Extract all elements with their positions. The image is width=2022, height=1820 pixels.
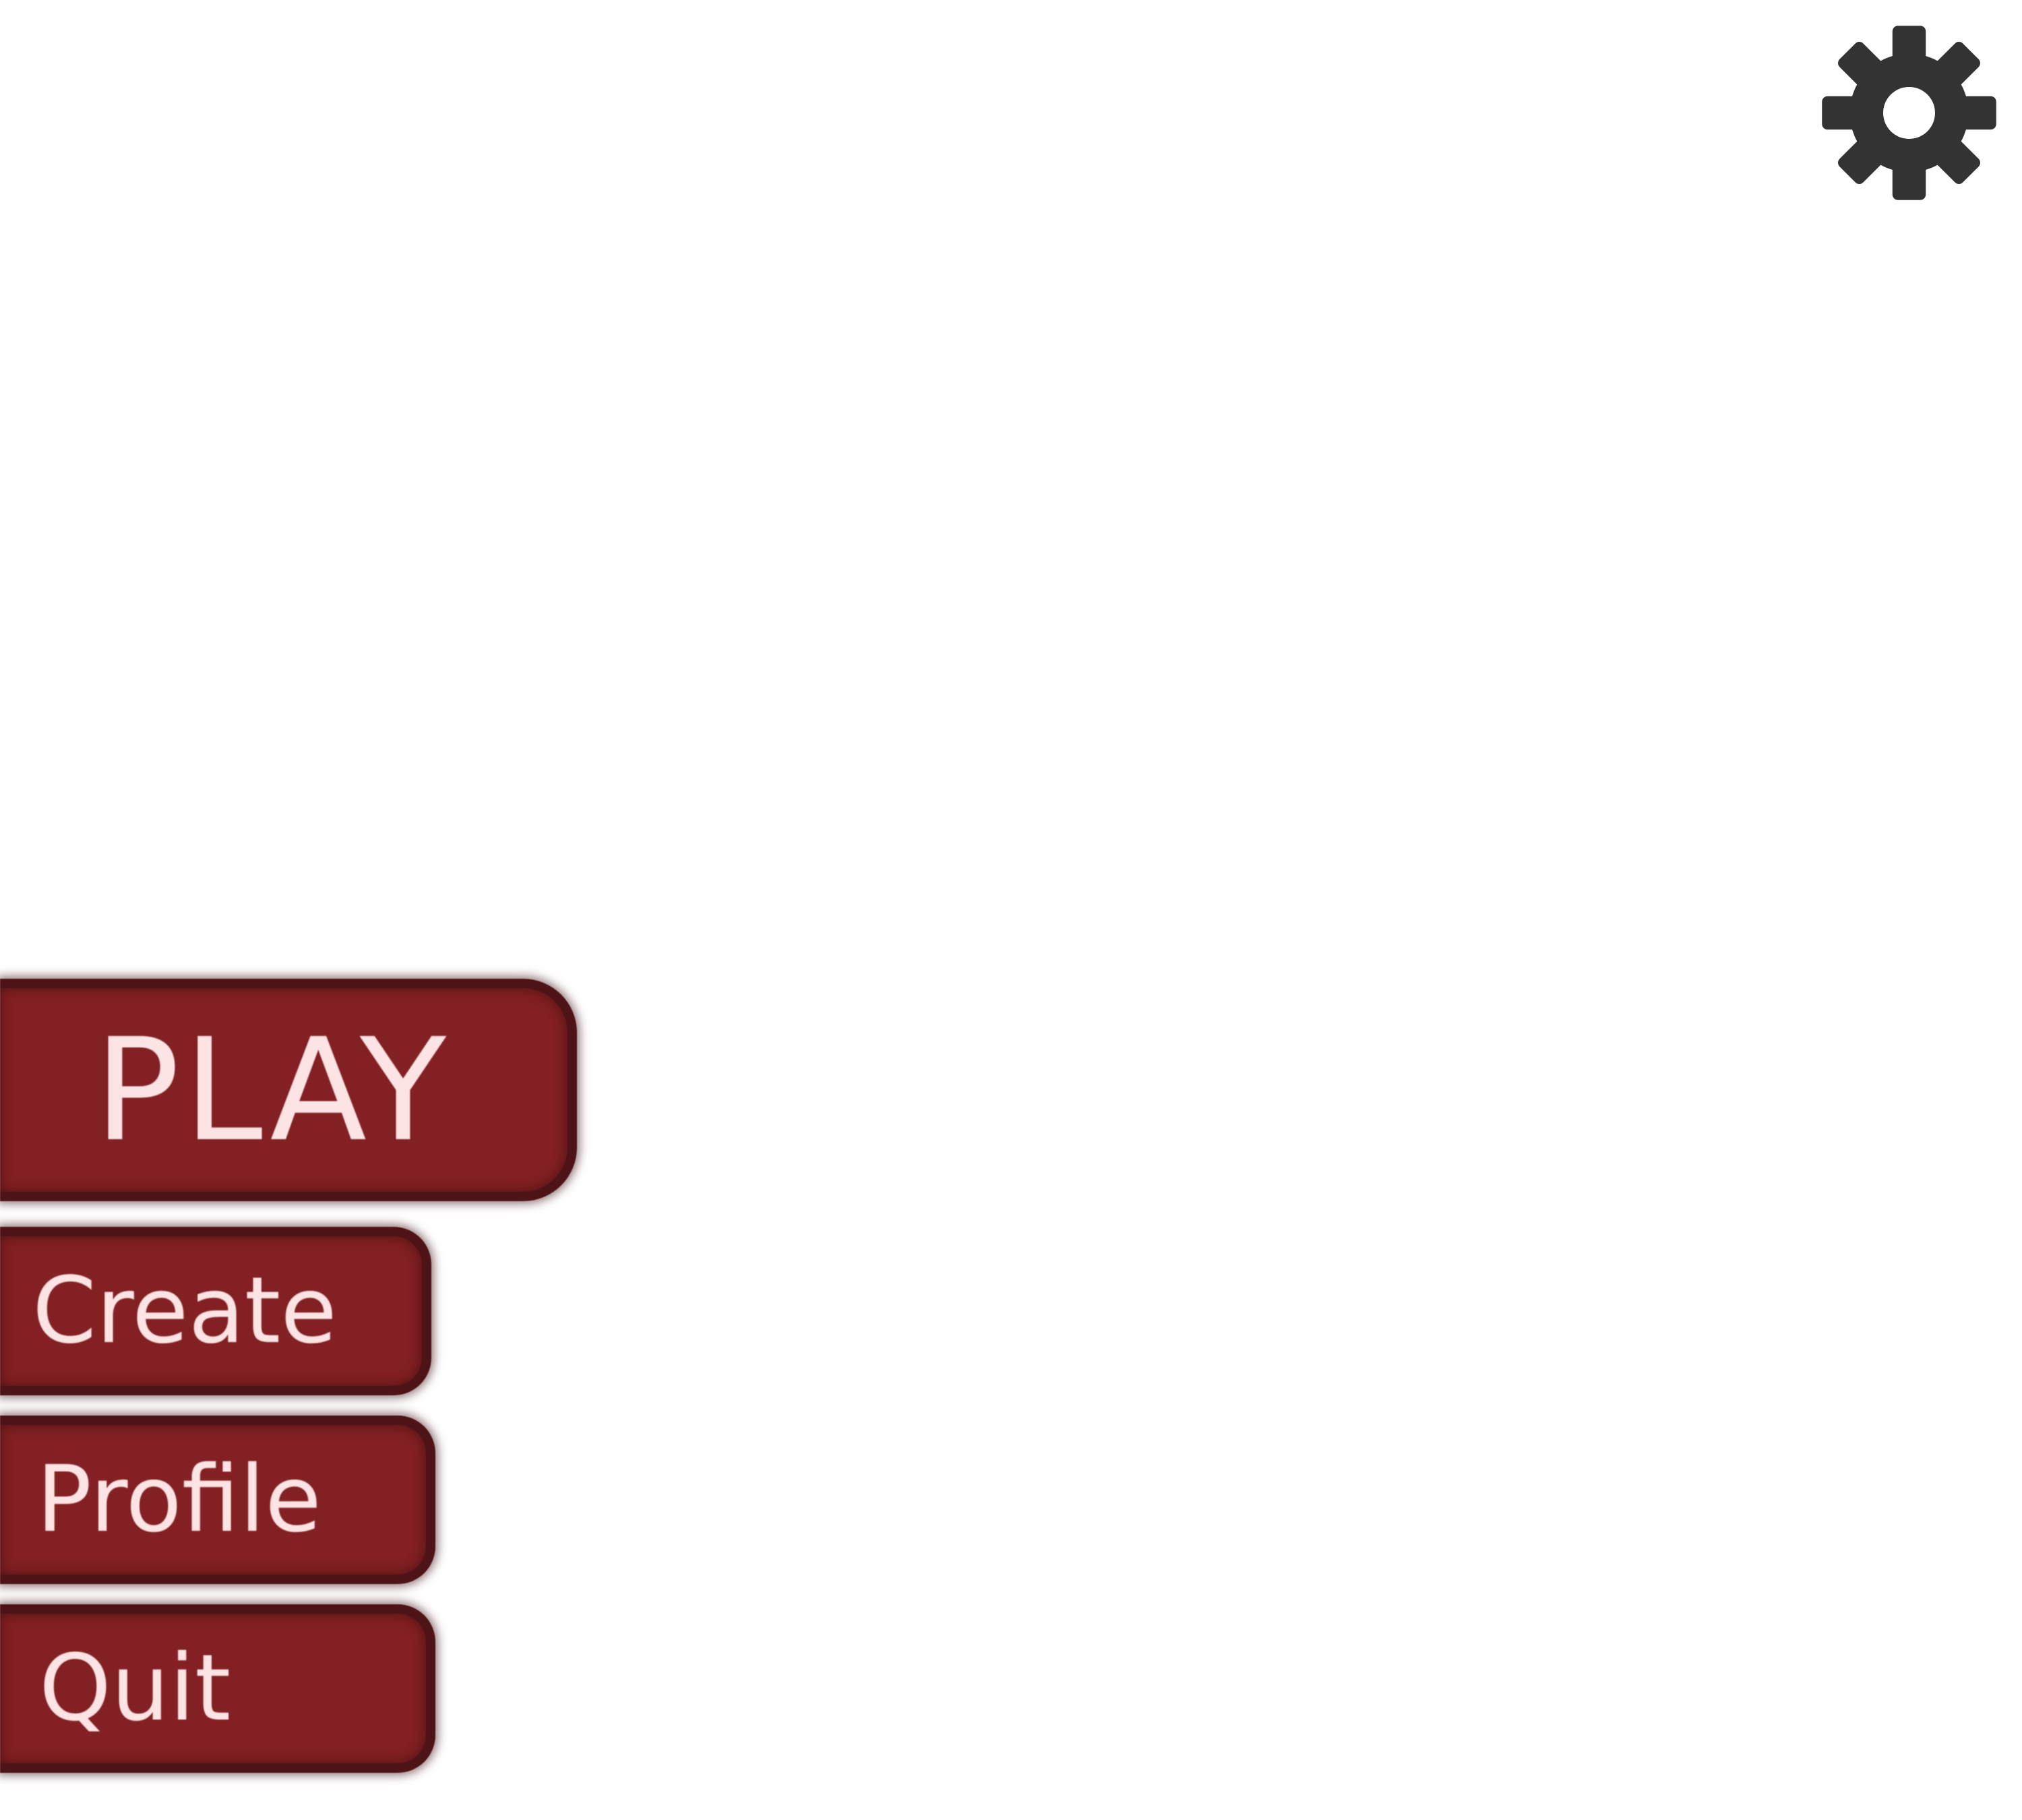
quit-button[interactable]: Quit <box>0 1604 435 1773</box>
create-button[interactable]: Create <box>0 1227 431 1395</box>
settings-button[interactable] <box>1816 20 2002 206</box>
profile-button[interactable]: Profile <box>0 1416 435 1584</box>
create-button-label: Create <box>32 1258 337 1364</box>
play-button[interactable]: PLAY <box>0 979 577 1201</box>
profile-button-label: Profile <box>36 1447 321 1553</box>
play-button-label: PLAY <box>94 1007 451 1173</box>
quit-button-label: Quit <box>39 1635 231 1742</box>
gear-icon <box>1822 26 1996 200</box>
main-menu-screen: PLAY Create Profile Quit <box>0 0 2022 1820</box>
